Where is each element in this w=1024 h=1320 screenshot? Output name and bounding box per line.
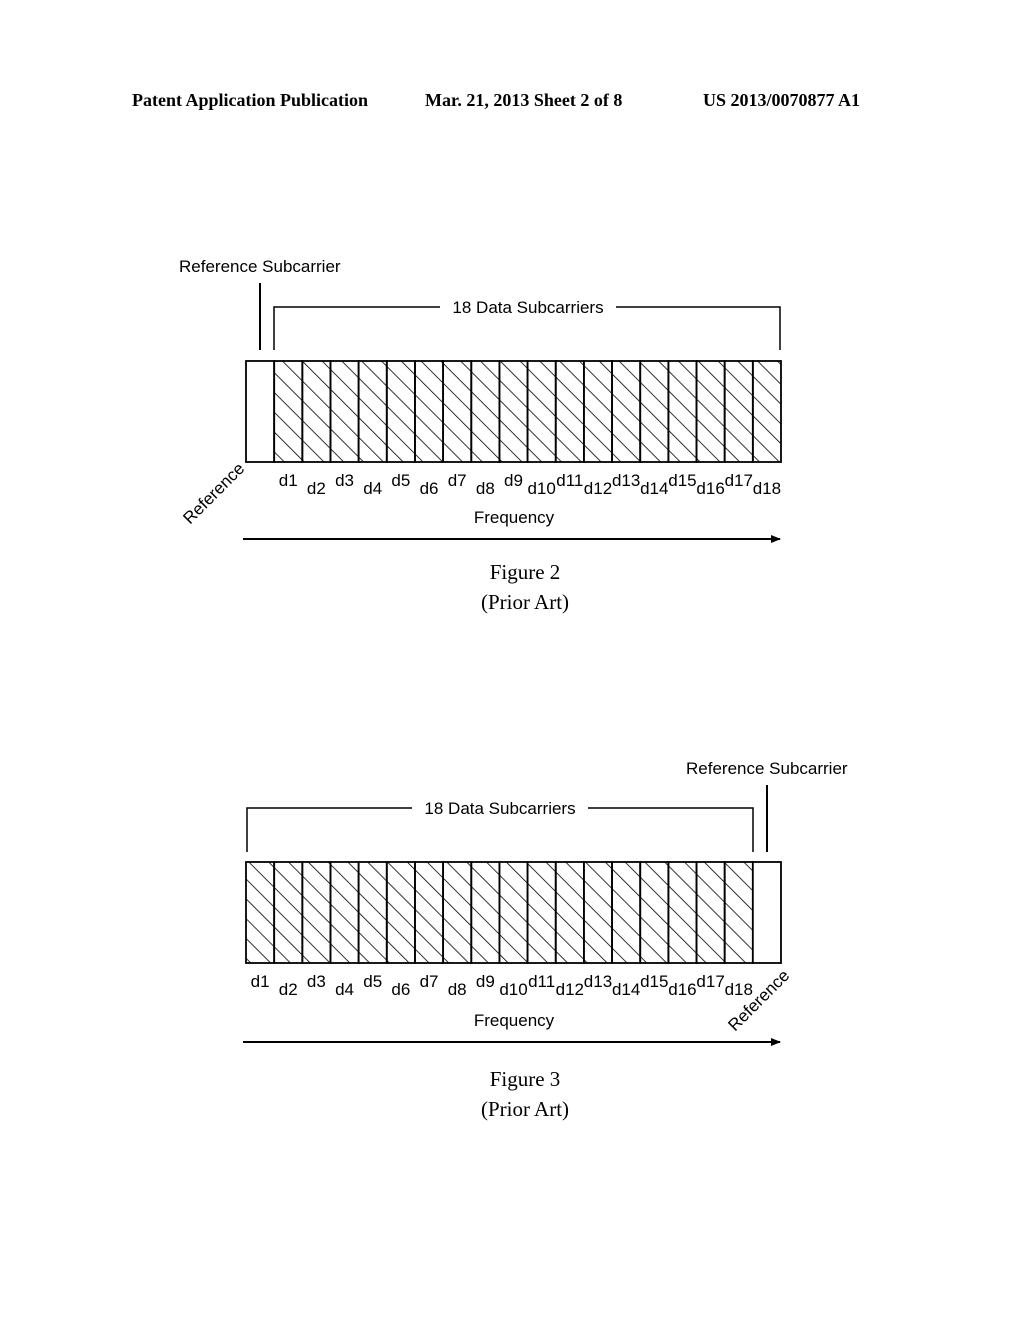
subcarrier-block	[245, 861, 782, 964]
data-subcarrier-cell	[442, 861, 473, 964]
data-subcarrier-label: d13	[612, 471, 640, 490]
data-subcarrier-cell	[245, 861, 276, 964]
data-subcarrier-cell	[301, 861, 332, 964]
data-subcarrier-cell	[554, 360, 585, 463]
data-subcarrier-label: d16	[696, 479, 724, 498]
data-bracket-label: 18 Data Subcarriers	[452, 298, 603, 317]
data-subcarrier-cell	[273, 360, 304, 463]
data-subcarrier-label: d15	[668, 471, 696, 490]
data-subcarrier-cell	[470, 861, 501, 964]
data-subcarrier-label: d1	[279, 471, 298, 490]
reference-subcarrier-cell	[751, 861, 782, 964]
data-subcarrier-label: d18	[753, 479, 781, 498]
data-subcarrier-cell	[385, 861, 416, 964]
data-subcarrier-cell	[385, 360, 416, 463]
reference-subcarrier-label: Reference Subcarrier	[686, 759, 848, 778]
data-subcarrier-cell	[414, 360, 445, 463]
reference-subcarrier-label: Reference Subcarrier	[179, 257, 341, 276]
data-subcarrier-cell	[751, 360, 782, 463]
data-subcarrier-label: d17	[696, 972, 724, 991]
reference-label: Reference	[724, 966, 793, 1035]
data-subcarrier-cell	[611, 861, 642, 964]
data-subcarrier-label: d16	[668, 980, 696, 999]
data-subcarrier-cell	[526, 861, 557, 964]
data-subcarrier-label: d3	[307, 972, 326, 991]
frequency-axis-label: Frequency	[474, 508, 555, 527]
reference-label: Reference	[179, 459, 248, 528]
data-subcarrier-label: d10	[499, 980, 527, 999]
data-subcarrier-cell	[357, 861, 388, 964]
data-subcarrier-label: d9	[504, 471, 523, 490]
data-subcarrier-label: d5	[363, 972, 382, 991]
data-subcarrier-cell	[667, 360, 698, 463]
data-subcarrier-label: d4	[363, 479, 382, 498]
data-subcarrier-cell	[414, 861, 445, 964]
data-subcarrier-label: d10	[527, 479, 555, 498]
data-subcarrier-label: d2	[279, 980, 298, 999]
data-bracket-right	[616, 306, 781, 350]
data-subcarrier-label: d9	[476, 972, 495, 991]
figure-caption: Figure 2	[490, 560, 561, 584]
data-subcarrier-cell	[526, 360, 557, 463]
data-subcarrier-label: d2	[307, 479, 326, 498]
frequency-axis-label: Frequency	[474, 1011, 555, 1030]
data-subcarrier-label: d6	[391, 980, 410, 999]
data-subcarrier-cell	[611, 360, 642, 463]
data-subcarrier-cell	[695, 360, 726, 463]
data-subcarrier-cell	[498, 360, 529, 463]
data-subcarrier-cell	[695, 861, 726, 964]
data-subcarrier-label: d7	[448, 471, 467, 490]
data-subcarrier-label: d6	[420, 479, 439, 498]
data-subcarrier-label: d17	[725, 471, 753, 490]
diagram-canvas: Reference Subcarrier 18 Data Subcarriers…	[179, 257, 848, 1121]
data-bracket-label: 18 Data Subcarriers	[424, 799, 575, 818]
figure-subcaption: (Prior Art)	[481, 590, 569, 614]
data-subcarrier-cell	[582, 360, 613, 463]
data-subcarrier-label: d11	[528, 972, 555, 991]
data-subcarrier-label: d8	[476, 479, 495, 498]
data-subcarrier-label: d7	[420, 972, 439, 991]
data-subcarrier-label: d15	[640, 972, 668, 991]
data-bracket-left	[273, 306, 440, 350]
data-subcarrier-cell	[273, 861, 304, 964]
data-subcarrier-label: d5	[391, 471, 410, 490]
data-subcarrier-cell	[723, 360, 754, 463]
data-subcarrier-label: d14	[612, 980, 640, 999]
data-subcarrier-cell	[301, 360, 332, 463]
data-subcarrier-label: d3	[335, 471, 354, 490]
subcarrier-block	[245, 360, 782, 463]
reference-subcarrier-cell	[245, 360, 276, 463]
data-subcarrier-label: d12	[556, 980, 584, 999]
data-subcarrier-cell	[582, 861, 613, 964]
data-subcarrier-cell	[498, 861, 529, 964]
figure-3: Reference Subcarrier 18 Data Subcarriers…	[243, 759, 848, 1121]
data-subcarrier-cell	[554, 861, 585, 964]
data-bracket-left	[246, 807, 412, 852]
data-subcarrier-cell	[357, 360, 388, 463]
figure-caption: Figure 3	[490, 1067, 561, 1091]
data-subcarrier-cell	[639, 861, 670, 964]
data-subcarrier-cell	[667, 861, 698, 964]
figure-subcaption: (Prior Art)	[481, 1097, 569, 1121]
data-subcarrier-cell	[329, 861, 360, 964]
data-subcarrier-cell	[470, 360, 501, 463]
data-subcarrier-label: d11	[556, 471, 583, 490]
data-subcarrier-label: d12	[584, 479, 612, 498]
data-subcarrier-cell	[639, 360, 670, 463]
data-subcarrier-cell	[442, 360, 473, 463]
data-subcarrier-label: d4	[335, 980, 354, 999]
data-subcarrier-label: d14	[640, 479, 668, 498]
data-bracket-right	[588, 807, 754, 852]
data-labels: d1 d2 d3 d4 d5 d6 d7 d8 d9 d10 d11 d12 d13 d14 d15 d16 d…	[251, 972, 753, 999]
data-subcarrier-label: d13	[584, 972, 612, 991]
data-subcarrier-cell	[329, 360, 360, 463]
data-labels: d1 d2 d3 d4 d5 d6 d7 d8 d9 d10 d11 d12 d13 d14 d15 d16 d…	[279, 471, 781, 498]
data-subcarrier-cell	[723, 861, 754, 964]
data-subcarrier-label: d1	[251, 972, 270, 991]
figure-2: Reference Subcarrier 18 Data Subcarriers…	[179, 257, 782, 614]
data-subcarrier-label: d8	[448, 980, 467, 999]
